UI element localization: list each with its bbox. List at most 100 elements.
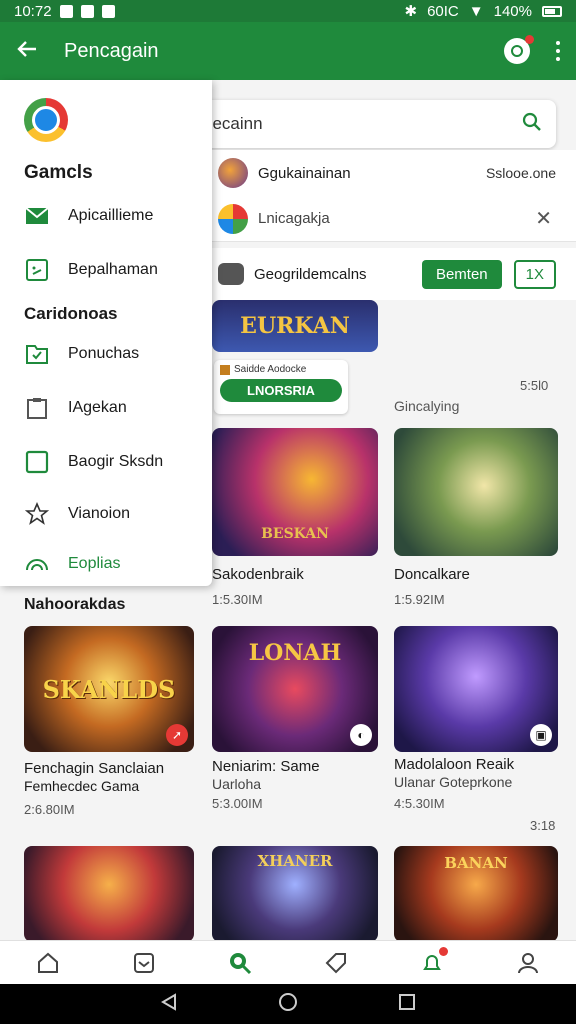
notification-dot [525, 35, 534, 44]
back-icon[interactable] [160, 992, 178, 1016]
suggestion-item[interactable]: Geogrildemcalns Bemten 1X [212, 248, 576, 300]
app-bar: Pencagain [0, 22, 576, 80]
search-icon[interactable] [522, 112, 542, 137]
game-art-title: XHANER [257, 852, 333, 870]
profile-icon[interactable] [504, 35, 534, 64]
suggestion-label: Lnicagakja [258, 210, 330, 227]
profile-icon[interactable] [514, 949, 542, 977]
battery-text: 60IC [427, 2, 459, 20]
battery-icon [542, 5, 562, 17]
game-art-title: BANAN [444, 854, 508, 872]
game-art [394, 428, 558, 556]
game-card[interactable]: LONAH ◐ [212, 626, 378, 752]
game-art-title: BESKAN [261, 526, 329, 542]
drawer-item-label: Baogir Sksdn [68, 453, 164, 470]
game-card[interactable] [24, 846, 194, 940]
badge-icon: ➚ [166, 724, 188, 746]
suggestion-meta: Sslooe.one [485, 165, 556, 181]
drawer-item-label: Vianoion [68, 505, 130, 522]
drawer-item-label: IAgekan [68, 399, 127, 416]
more-options-icon[interactable] [556, 41, 560, 61]
game-card[interactable] [394, 428, 558, 556]
count-label: 3:18 [530, 818, 556, 833]
drawer-item[interactable]: Vianoion [24, 496, 204, 532]
drawer-item[interactable]: Eoplias [24, 546, 204, 582]
game-art: XHANER [212, 846, 378, 940]
tablet-icon [24, 257, 50, 283]
game-size: 5:3.00IM [212, 796, 263, 811]
home-icon[interactable] [34, 949, 62, 977]
game-subtitle: Ulanar Goteprkone [394, 774, 513, 790]
game-size: 2:6.80IM [24, 802, 75, 817]
drawer-item-label: Eoplias [68, 555, 121, 572]
game-size: 1:5.30IM [212, 592, 263, 607]
promo-tag[interactable]: Saidde Aodocke LNORSRIA [214, 360, 348, 414]
drawer-section-title: Caridonoas [24, 304, 118, 323]
suggestion-label: Geogrildemcalns [254, 265, 367, 283]
section-heading: Nahoorakdas [24, 596, 126, 613]
back-arrow-icon[interactable] [16, 38, 38, 65]
wifi-icon: ▼ [468, 2, 484, 20]
game-art: BESKAN [212, 428, 378, 556]
game-title: Fenchagin Sanclaian [24, 760, 165, 777]
search-icon[interactable] [226, 949, 254, 977]
game-subtitle: Uarloha [212, 776, 262, 792]
close-icon[interactable]: ✕ [535, 206, 552, 231]
drawer-item[interactable]: Bepalhaman [24, 252, 204, 288]
rainbow-icon [24, 551, 50, 577]
game-size: 1:5.92IM [394, 592, 445, 607]
suggestion-item[interactable]: Ggukainainan Sslooe.one [212, 150, 576, 196]
badge-icon: ▣ [530, 724, 552, 746]
game-art-title: EURKAN [240, 313, 350, 339]
game-card[interactable]: EURKAN [212, 300, 378, 352]
notification-icon [80, 4, 94, 18]
mail-icon [24, 203, 50, 229]
recents-icon[interactable] [398, 993, 416, 1016]
game-card[interactable]: ▣ [394, 626, 558, 752]
game-title: Doncalkare [394, 566, 470, 583]
status-bar: 10:72 ✱ 60IC ▼ 140% [0, 0, 576, 22]
game-art-title: LONAH [248, 640, 342, 666]
tag-label: Saidde Aodocke [234, 364, 307, 375]
inbox-icon[interactable] [130, 949, 158, 977]
secondary-action-button[interactable]: 1X [513, 259, 556, 289]
home-button-icon[interactable] [278, 992, 298, 1017]
game-art: BANAN [394, 846, 558, 940]
primary-action-button[interactable]: Bemten [421, 259, 502, 289]
drawer-item[interactable]: IAgekan [24, 390, 204, 426]
star-icon [24, 501, 50, 527]
game-card[interactable]: SKANLDS ➚ [24, 626, 194, 752]
bluetooth-icon: ✱ [404, 3, 418, 20]
badge-icon: ◐ [350, 724, 372, 746]
battery-percent: 140% [493, 2, 532, 20]
folder-icon [24, 341, 50, 367]
notifications-icon[interactable] [418, 946, 448, 977]
tag-button[interactable]: LNORSRIA [220, 379, 342, 402]
controller-icon [218, 263, 244, 285]
game-card[interactable]: XHANER [212, 846, 378, 940]
suggestion-label: Ggukainainan [258, 164, 351, 182]
navigation-drawer: Gamcls Apicaillieme Bepalhaman Caridonoa… [0, 80, 212, 586]
game-thumbnail [218, 203, 248, 234]
bottom-navigation [0, 940, 576, 984]
game-title: Madolaloon Reaik [394, 756, 515, 773]
drawer-item[interactable]: Apicaillieme [24, 198, 204, 234]
tag-icon[interactable] [322, 949, 350, 977]
clipboard-icon [24, 395, 50, 421]
game-card[interactable]: BANAN [394, 846, 558, 940]
notification-icon [101, 4, 115, 18]
game-card[interactable]: BESKAN [212, 428, 378, 556]
page-title: Pencagain [64, 39, 159, 62]
drawer-item-label: Apicaillieme [68, 207, 154, 224]
system-navigation [0, 984, 576, 1024]
device-icon [24, 449, 50, 475]
game-title: Neniarim: Same [212, 758, 320, 775]
tag-icon [220, 364, 230, 375]
drawer-item[interactable]: Ponuchas [24, 336, 204, 372]
suggestion-item[interactable]: Lnicagakja ✕ [212, 196, 576, 242]
count-label: 5:5l0 [520, 378, 549, 393]
drawer-item[interactable]: Baogir Sksdn [24, 444, 204, 480]
category-label: Gincalying [394, 398, 460, 414]
drawer-item-label: Ponuchas [68, 345, 140, 362]
game-size: 4:5.30IM [394, 796, 445, 811]
